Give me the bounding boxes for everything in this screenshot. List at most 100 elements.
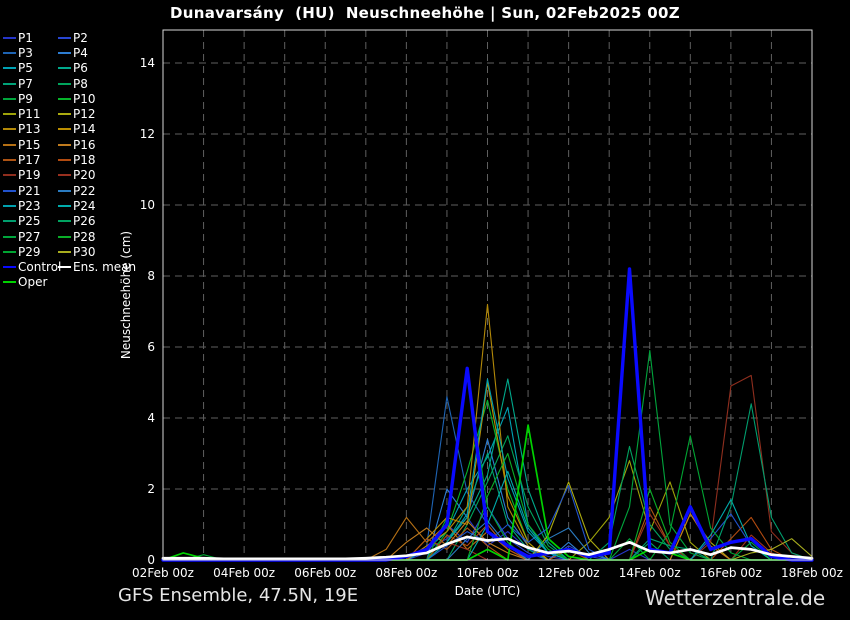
legend-item-p7: P7 bbox=[3, 77, 58, 91]
legend-line-swatch bbox=[58, 128, 71, 130]
legend-line-swatch bbox=[3, 205, 16, 207]
legend-label: P16 bbox=[73, 138, 96, 152]
legend-label: P13 bbox=[18, 122, 41, 136]
legend-line-swatch bbox=[3, 266, 16, 268]
legend-label: P15 bbox=[18, 138, 41, 152]
legend-line-swatch bbox=[3, 190, 16, 192]
legend-label: P20 bbox=[73, 168, 96, 182]
legend-label: P6 bbox=[73, 61, 88, 75]
legend-line-swatch bbox=[3, 98, 16, 100]
legend-item-p5: P5 bbox=[3, 61, 58, 75]
legend-line-swatch bbox=[58, 159, 71, 161]
x-tick-label: 04Feb 00z bbox=[213, 566, 275, 580]
x-axis-title: Date (UTC) bbox=[455, 584, 521, 598]
legend-label: P2 bbox=[73, 31, 88, 45]
legend-line-swatch bbox=[3, 159, 16, 161]
legend-item-p13: P13 bbox=[3, 122, 58, 136]
x-tick-label: 08Feb 00z bbox=[375, 566, 437, 580]
legend-label: P21 bbox=[18, 184, 41, 198]
legend-item-p18: P18 bbox=[58, 153, 138, 167]
y-tick-label: 8 bbox=[147, 269, 155, 283]
legend-item-p26: P26 bbox=[58, 214, 138, 228]
model-info-label: GFS Ensemble, 47.5N, 19E bbox=[118, 585, 358, 606]
x-tick-label: 06Feb 00z bbox=[294, 566, 356, 580]
legend-item-p10: P10 bbox=[58, 92, 138, 106]
legend-line-swatch bbox=[58, 37, 71, 39]
x-tick-label: 16Feb 00z bbox=[700, 566, 762, 580]
chart-title: Dunavarsány (HU) Neuschneehöhe | Sun, 02… bbox=[0, 4, 850, 22]
y-tick-label: 0 bbox=[147, 553, 155, 567]
legend: P1P2P3P4P5P6P7P8P9P10P11P12P13P14P15P16P… bbox=[3, 30, 138, 290]
legend-label: P28 bbox=[73, 230, 96, 244]
legend-item-p12: P12 bbox=[58, 107, 138, 121]
legend-line-swatch bbox=[58, 220, 71, 222]
legend-item-p27: P27 bbox=[3, 230, 58, 244]
legend-item-p21: P21 bbox=[3, 184, 58, 198]
x-tick-label: 18Feb 00z bbox=[781, 566, 843, 580]
legend-label: P9 bbox=[18, 92, 33, 106]
legend-item-p14: P14 bbox=[58, 122, 138, 136]
legend-item-p1: P1 bbox=[3, 31, 58, 45]
legend-line-swatch bbox=[58, 52, 71, 54]
legend-label: P17 bbox=[18, 153, 41, 167]
legend-item-p24: P24 bbox=[58, 199, 138, 213]
legend-label: P8 bbox=[73, 77, 88, 91]
legend-item-p15: P15 bbox=[3, 138, 58, 152]
legend-label: P14 bbox=[73, 122, 96, 136]
legend-item-p29: P29 bbox=[3, 245, 58, 259]
legend-line-swatch bbox=[3, 52, 16, 54]
legend-line-swatch bbox=[3, 83, 16, 85]
legend-item-p8: P8 bbox=[58, 77, 138, 91]
legend-label: P11 bbox=[18, 107, 41, 121]
legend-line-swatch bbox=[58, 236, 71, 238]
legend-line-swatch bbox=[58, 67, 71, 69]
y-tick-label: 12 bbox=[140, 127, 155, 141]
legend-line-swatch bbox=[58, 113, 71, 115]
legend-line-swatch bbox=[3, 113, 16, 115]
legend-item-p3: P3 bbox=[3, 46, 58, 60]
y-tick-label: 10 bbox=[140, 198, 155, 212]
legend-line-swatch bbox=[3, 128, 16, 130]
legend-label: Control bbox=[18, 260, 61, 274]
legend-line-swatch bbox=[58, 144, 71, 146]
legend-label: P10 bbox=[73, 92, 96, 106]
x-tick-label: 10Feb 00z bbox=[457, 566, 519, 580]
legend-item-p22: P22 bbox=[58, 184, 138, 198]
legend-item-p6: P6 bbox=[58, 61, 138, 75]
legend-item-p28: P28 bbox=[58, 230, 138, 244]
x-tick-label: 12Feb 00z bbox=[538, 566, 600, 580]
legend-line-swatch bbox=[3, 281, 16, 283]
legend-label: P30 bbox=[73, 245, 96, 259]
legend-label: P18 bbox=[73, 153, 96, 167]
legend-label: P5 bbox=[18, 61, 33, 75]
legend-item-p17: P17 bbox=[3, 153, 58, 167]
legend-label: P3 bbox=[18, 46, 33, 60]
legend-line-swatch bbox=[58, 174, 71, 176]
x-tick-label: 14Feb 00z bbox=[619, 566, 681, 580]
legend-item-p23: P23 bbox=[3, 199, 58, 213]
legend-item-p30: P30 bbox=[58, 245, 138, 259]
legend-label: P12 bbox=[73, 107, 96, 121]
legend-item-p25: P25 bbox=[3, 214, 58, 228]
legend-label: Ens. mean bbox=[73, 260, 136, 274]
legend-label: P7 bbox=[18, 77, 33, 91]
legend-item-control: Control bbox=[3, 260, 58, 274]
legend-item-p11: P11 bbox=[3, 107, 58, 121]
legend-item-p20: P20 bbox=[58, 168, 138, 182]
legend-item-p9: P9 bbox=[3, 92, 58, 106]
legend-line-swatch bbox=[58, 205, 71, 207]
x-tick-label: 02Feb 00z bbox=[132, 566, 194, 580]
legend-label: P23 bbox=[18, 199, 41, 213]
legend-label: P19 bbox=[18, 168, 41, 182]
legend-line-swatch bbox=[58, 251, 71, 253]
y-tick-label: 2 bbox=[147, 482, 155, 496]
legend-label: P24 bbox=[73, 199, 96, 213]
legend-line-swatch bbox=[3, 37, 16, 39]
y-tick-label: 4 bbox=[147, 411, 155, 425]
y-tick-label: 6 bbox=[147, 340, 155, 354]
legend-item-p4: P4 bbox=[58, 46, 138, 60]
legend-line-swatch bbox=[58, 266, 71, 268]
legend-label: P27 bbox=[18, 230, 41, 244]
legend-line-swatch bbox=[3, 220, 16, 222]
legend-item-ens-mean: Ens. mean bbox=[58, 260, 138, 274]
